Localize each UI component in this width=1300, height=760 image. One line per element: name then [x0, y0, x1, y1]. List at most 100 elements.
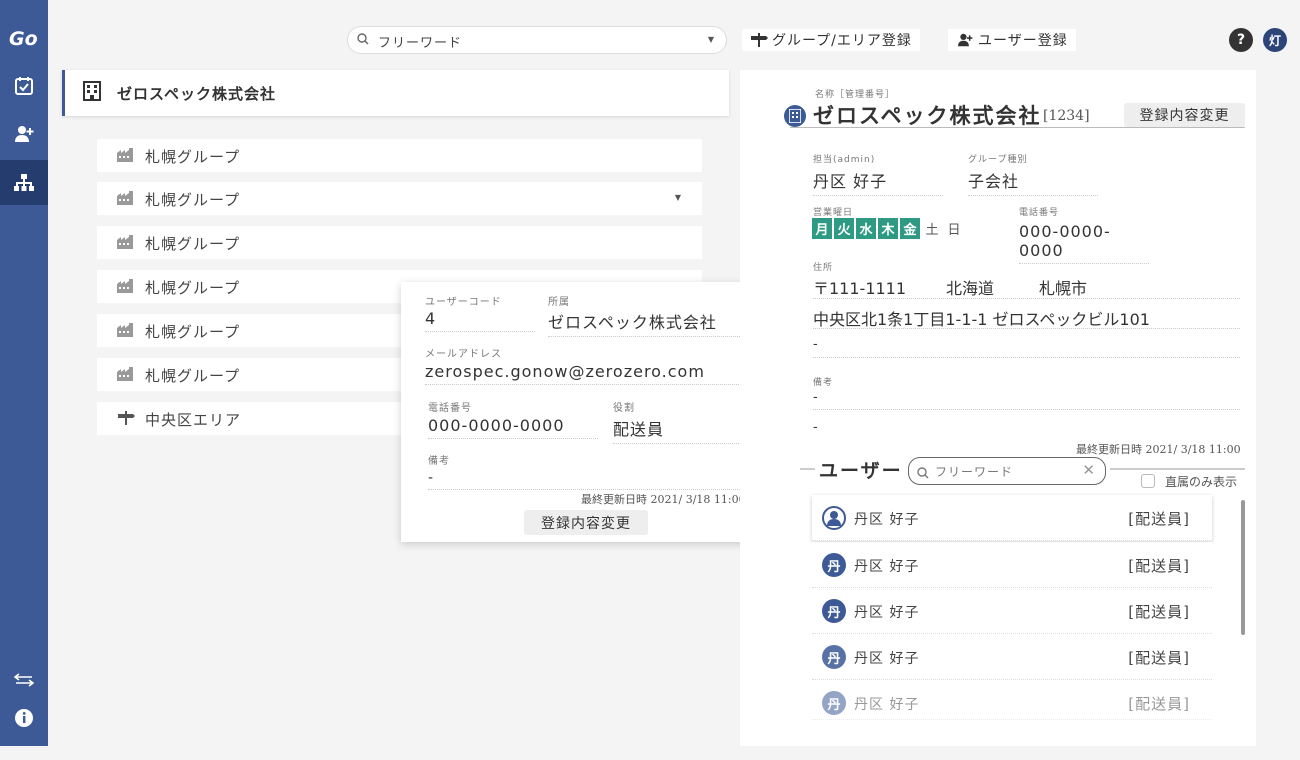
app-logo[interactable]: Go [9, 28, 38, 50]
user-role: [配送員] [1128, 510, 1190, 528]
clear-icon[interactable]: ✕ [1082, 461, 1095, 479]
user-name: 丹区 好子 [854, 605, 920, 621]
address-line-2: - [813, 337, 818, 352]
building-icon [83, 81, 101, 105]
user-detail-popup: ユーザーコード 4 所属 ゼロスペック株式会社 メールアドレス zerospec… [401, 282, 771, 542]
address-label: 住所 [813, 263, 834, 273]
avatar: 丹 [822, 553, 846, 577]
search-input[interactable]: フリーワード ▼ [347, 26, 727, 54]
sidebar: Go [0, 0, 48, 746]
factory-icon [117, 323, 135, 341]
calendar-check-icon[interactable] [0, 66, 48, 106]
user-name: 丹区 好子 [854, 512, 920, 528]
user-list-item[interactable]: 丹 丹区 好子 [配送員] [812, 680, 1212, 720]
direct-only-checkbox[interactable] [1141, 474, 1155, 488]
factory-icon [117, 235, 135, 253]
affiliation-label: 所属 [548, 297, 570, 308]
avatar [822, 506, 846, 530]
group-label: 札幌グループ [145, 191, 241, 209]
factory-icon [117, 191, 135, 209]
user-code-value: 4 [425, 309, 535, 332]
area-label: 中央区エリア [145, 411, 242, 429]
user-role: [配送員] [1128, 695, 1190, 713]
user-list-item[interactable]: 丹 丹区 好子 [配送員] [812, 588, 1212, 634]
info-icon[interactable] [0, 698, 48, 738]
swap-arrows-icon[interactable] [0, 660, 48, 700]
chevron-down-icon[interactable]: ▼ [708, 35, 714, 44]
user-role: [配送員] [1128, 557, 1190, 575]
avatar: 丹 [822, 645, 846, 669]
business-days: 月 火 水 木 金 土 日 [812, 218, 964, 239]
user-list-item[interactable]: 丹 丹区 好子 [配送員] [812, 634, 1212, 680]
zip-code: 〒111-1111 [813, 279, 907, 298]
user-name: 丹区 好子 [854, 651, 920, 667]
affiliation-value: ゼロスペック株式会社 [548, 309, 748, 337]
signpost-icon [751, 33, 768, 47]
user-search-input[interactable]: フリーワード ✕ [908, 457, 1106, 485]
org-header[interactable]: ゼロスペック株式会社 [62, 70, 729, 116]
phone-value: 000-0000-0000 [1019, 222, 1149, 264]
day-sat: 土 [922, 218, 942, 239]
phone-value: 000-0000-0000 [428, 416, 598, 439]
group-area-register-button[interactable]: グループ/エリア登録 [742, 29, 920, 51]
help-icon[interactable]: ? [1229, 28, 1253, 52]
search-icon [357, 33, 369, 49]
group-item[interactable]: 札幌グループ [97, 139, 702, 172]
org-title: ゼロスペック株式会社 [117, 85, 276, 103]
day-tue: 火 [834, 218, 854, 239]
business-days-label: 営業曜日 [813, 208, 854, 218]
group-item[interactable]: 札幌グループ ▼ [97, 182, 702, 215]
chevron-down-icon[interactable]: ▼ [675, 193, 682, 202]
group-item[interactable]: 札幌グループ [97, 226, 702, 259]
user-name: 丹区 好子 [854, 697, 920, 713]
phone-label: 電話番号 [1019, 208, 1060, 218]
user-avatar[interactable]: 灯 [1263, 28, 1287, 52]
user-code-label: ユーザーコード [425, 297, 502, 308]
group-area-register-label: グループ/エリア登録 [772, 33, 912, 49]
user-plus-icon [958, 33, 973, 47]
user-search-placeholder: フリーワード [935, 465, 1014, 479]
avatar: 丹 [822, 691, 846, 715]
factory-icon [117, 148, 135, 166]
users-title: ユーザー [819, 460, 903, 482]
factory-icon [117, 279, 135, 297]
user-name: 丹区 好子 [854, 559, 920, 575]
updated-time: 最終更新日時 2021/ 3/18 11:00 [581, 493, 746, 506]
admin-label: 担当(admin) [813, 155, 876, 165]
day-thu: 木 [878, 218, 898, 239]
group-type-label: グループ種別 [968, 155, 1028, 165]
title-underline [790, 127, 1245, 128]
admin-value: 丹区 好子 [813, 168, 943, 196]
edit-button[interactable]: 登録内容変更 [524, 510, 648, 535]
day-wed: 水 [856, 218, 876, 239]
edit-info-button[interactable]: 登録内容変更 [1124, 103, 1245, 127]
memo-label: 備考 [428, 456, 450, 467]
memo-value: - [428, 470, 748, 490]
company-number: [1234] [1043, 108, 1090, 124]
email-label: メールアドレス [425, 349, 502, 360]
group-label: 札幌グループ [145, 323, 241, 341]
name-label: 名称［管理番号］ [815, 90, 896, 100]
phone-label: 電話番号 [428, 403, 472, 414]
user-list-item[interactable]: 丹 丹区 好子 [配送員] [812, 542, 1212, 588]
prefecture: 北海道 [946, 279, 995, 298]
user-plus-icon[interactable] [0, 114, 48, 154]
group-label: 札幌グループ [145, 148, 241, 166]
role-label: 役割 [613, 403, 635, 414]
day-mon: 月 [812, 218, 832, 239]
day-fri: 金 [900, 218, 920, 239]
day-sun: 日 [944, 218, 964, 239]
user-role: [配送員] [1128, 603, 1190, 621]
memo-label: 備考 [813, 378, 834, 388]
user-role: [配送員] [1128, 649, 1190, 667]
user-register-button[interactable]: ユーザー登録 [948, 29, 1076, 51]
address-line-1: 中央区北1条1丁目1-1-1 ゼロスペックビル101 [813, 310, 1150, 329]
memo-line-2: - [813, 420, 818, 435]
org-chart-icon[interactable] [0, 160, 48, 205]
factory-icon [117, 367, 135, 385]
search-icon [917, 464, 929, 483]
group-label: 札幌グループ [145, 235, 241, 253]
scrollbar[interactable] [1241, 500, 1245, 635]
user-list-item[interactable]: 丹区 好子 [配送員] [812, 495, 1212, 541]
company-name: ゼロスペック株式会社 [813, 104, 1042, 128]
